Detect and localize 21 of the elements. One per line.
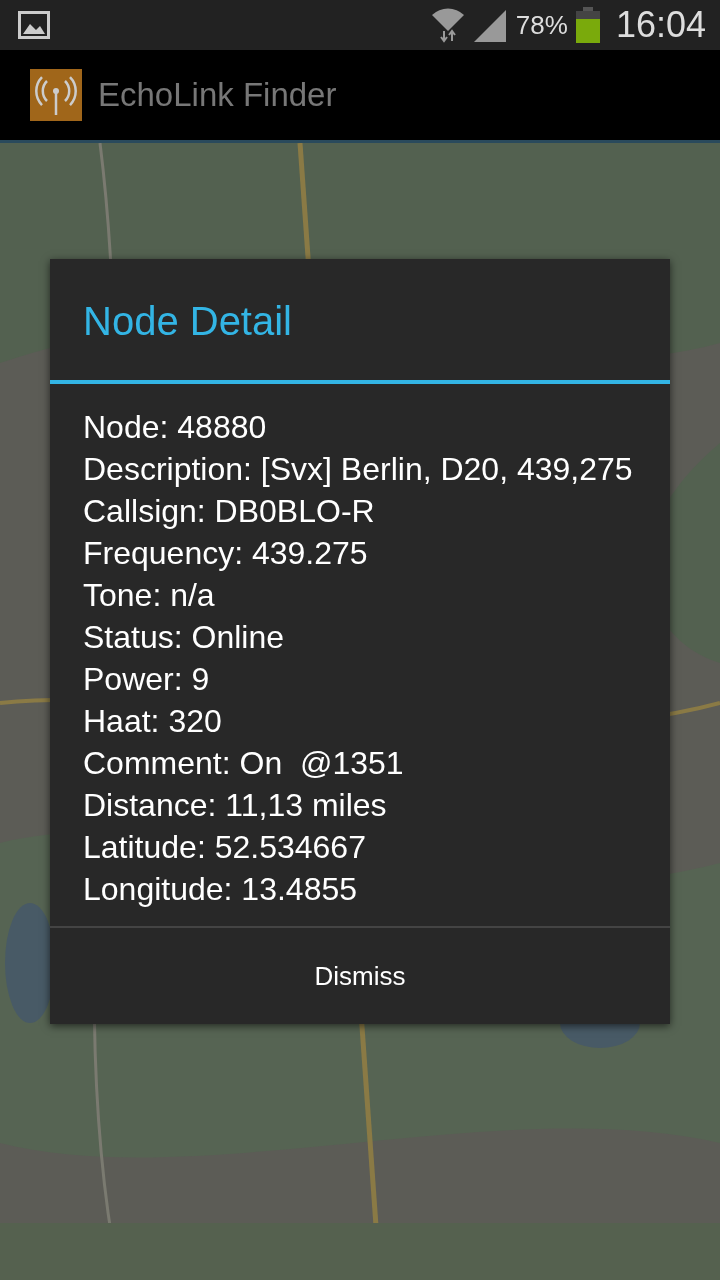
detail-line: Callsign: DB0BLO-R bbox=[83, 492, 376, 531]
dismiss-button[interactable]: Dismiss bbox=[50, 928, 670, 1024]
detail-line: Haat: 320 bbox=[83, 702, 223, 741]
detail-line: Latitude: 52.534667 bbox=[83, 828, 367, 867]
clock-time: 16:04 bbox=[615, 4, 706, 46]
battery-icon bbox=[575, 7, 600, 43]
detail-line: Comment: On @1351 bbox=[83, 744, 405, 783]
detail-line: Node: 48880 bbox=[83, 408, 268, 447]
battery-percent: 78% bbox=[515, 9, 568, 41]
detail-line: Distance: 11,13 miles bbox=[83, 786, 388, 825]
signal-icon bbox=[473, 8, 508, 42]
gallery-icon bbox=[18, 11, 50, 39]
detail-line: Status: Online bbox=[83, 618, 285, 657]
app-logo-icon bbox=[30, 69, 82, 121]
detail-line: Tone: n/a bbox=[83, 576, 216, 615]
dialog-title: Node Detail bbox=[50, 259, 670, 384]
detail-line: Description: [Svx] Berlin, D20, 439,275 bbox=[83, 450, 634, 489]
detail-line: Longitude: 13.4855 bbox=[83, 870, 359, 909]
app-title: EchoLink Finder bbox=[98, 76, 337, 114]
detail-line: Power: 9 bbox=[83, 660, 211, 699]
detail-line: Frequency: 439.275 bbox=[83, 534, 369, 573]
